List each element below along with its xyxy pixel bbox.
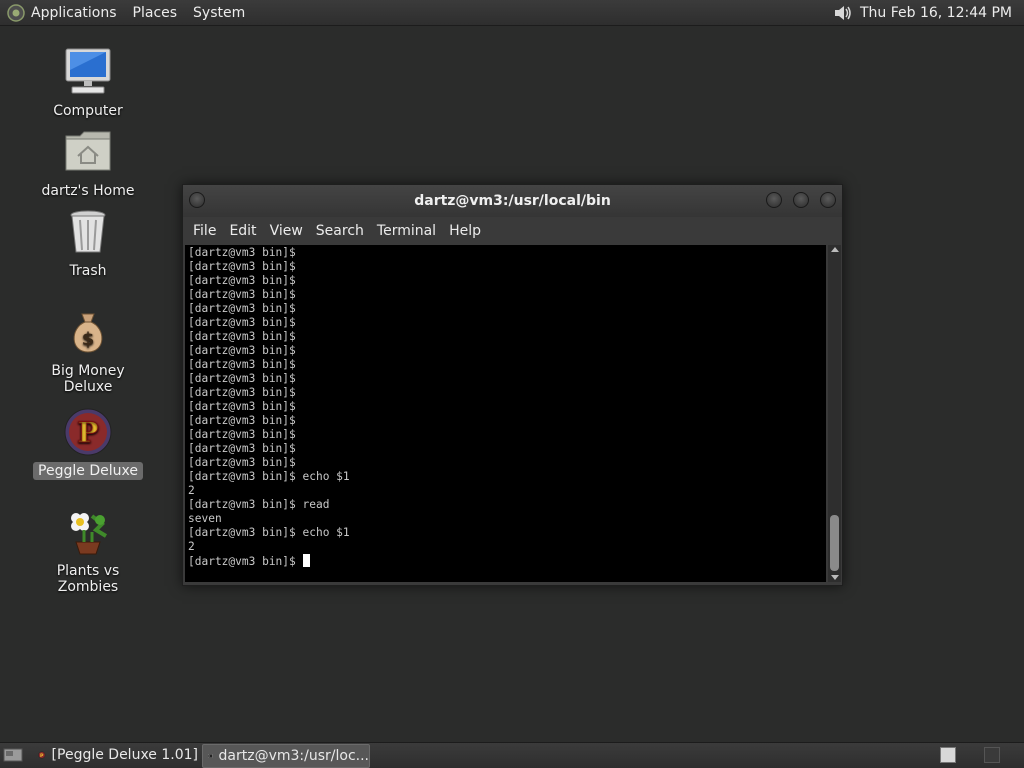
taskbar-item-label: dartz@vm3:/usr/loc... xyxy=(218,748,369,764)
tray-area: Thu Feb 16, 12:44 PM xyxy=(832,0,1024,25)
clock[interactable]: Thu Feb 16, 12:44 PM xyxy=(860,5,1012,21)
terminal-line: [dartz@vm3 bin]$ xyxy=(188,330,296,343)
desktop-icon-computer[interactable]: Computer xyxy=(23,46,153,120)
terminal-line: [dartz@vm3 bin]$ xyxy=(188,344,296,357)
terminal-line: [dartz@vm3 bin]$ xyxy=(188,316,296,329)
terminal-window[interactable]: dartz@vm3:/usr/local/bin File Edit View … xyxy=(182,184,843,586)
menu-view[interactable]: View xyxy=(270,223,303,239)
trash-icon xyxy=(70,210,106,253)
computer-icon xyxy=(65,48,111,94)
desktop-icon-trash[interactable]: Trash xyxy=(23,206,153,280)
desktop-icon-label: Trash xyxy=(69,263,107,279)
window-titlebar[interactable]: dartz@vm3:/usr/local/bin xyxy=(183,185,842,217)
terminal-prompt-line: [dartz@vm3 bin]$ xyxy=(188,554,826,569)
minimize-button[interactable] xyxy=(766,192,782,208)
applications-menu[interactable]: Applications xyxy=(31,5,117,21)
scroll-up-arrow-icon[interactable] xyxy=(831,247,839,252)
menu-help[interactable]: Help xyxy=(449,223,481,239)
terminal-line: [dartz@vm3 bin]$ xyxy=(188,358,296,371)
terminal-line: [dartz@vm3 bin]$ xyxy=(188,288,296,301)
close-button[interactable] xyxy=(820,192,836,208)
workspace-2-button[interactable] xyxy=(984,747,1000,763)
terminal-lines: [dartz@vm3 bin]$ [dartz@vm3 bin]$ [dartz@v… xyxy=(185,245,826,569)
terminal-icon xyxy=(208,754,213,758)
svg-text:P: P xyxy=(40,753,44,759)
terminal-line: [dartz@vm3 bin]$ xyxy=(188,400,296,413)
terminal-line: [dartz@vm3 bin]$ xyxy=(188,428,296,441)
menu-file[interactable]: File xyxy=(193,223,216,239)
system-menu[interactable]: System xyxy=(193,5,245,21)
terminal-line: [dartz@vm3 bin]$ echo $1 xyxy=(188,470,350,483)
terminal-line: [dartz@vm3 bin]$ xyxy=(188,372,296,385)
terminal-prompt: [dartz@vm3 bin]$ xyxy=(188,555,303,568)
desktop-icon-label: Computer xyxy=(53,103,123,119)
desktop-icon-label: dartz's Home xyxy=(41,183,135,199)
terminal-line: [dartz@vm3 bin]$ xyxy=(188,260,296,273)
terminal-output[interactable]: [dartz@vm3 bin]$ [dartz@vm3 bin]$ [dartz@v… xyxy=(185,245,826,582)
peggle-icon: P xyxy=(64,408,112,456)
flower-pot-icon xyxy=(71,513,108,555)
menu-search[interactable]: Search xyxy=(316,223,364,239)
gnome-foot-icon[interactable] xyxy=(7,3,25,22)
home-folder-icon xyxy=(65,131,111,171)
desktop-icon-home[interactable]: dartz's Home xyxy=(23,126,153,200)
svg-text:P: P xyxy=(77,416,98,449)
desktop-icon-pvz[interactable]: Plants vs Zombies xyxy=(23,506,153,596)
menu-edit[interactable]: Edit xyxy=(229,223,256,239)
terminal-line: [dartz@vm3 bin]$ xyxy=(188,302,296,315)
terminal-line: [dartz@vm3 bin]$ xyxy=(188,386,296,399)
terminal-line: 2 xyxy=(188,484,195,497)
terminal-line: [dartz@vm3 bin]$ xyxy=(188,456,296,469)
svg-text:$: $ xyxy=(82,329,95,350)
menu-terminal[interactable]: Terminal xyxy=(377,223,436,239)
desktop-icon-big-money[interactable]: $ Big Money Deluxe xyxy=(23,306,153,396)
desktop-icon-label: Peggle Deluxe xyxy=(33,462,143,480)
terminal-line: 2 xyxy=(188,540,195,553)
scroll-thumb[interactable] xyxy=(830,515,839,571)
terminal-line: seven xyxy=(188,512,222,525)
desktop-icon-label: Big Money Deluxe xyxy=(51,363,125,395)
top-panel: Applications Places System Thu Feb 16, 1… xyxy=(0,0,1024,26)
terminal-line: [dartz@vm3 bin]$ read xyxy=(188,498,330,511)
terminal-menubar: File Edit View Search Terminal Help xyxy=(183,217,842,244)
terminal-scrollbar[interactable] xyxy=(828,245,841,582)
maximize-button[interactable] xyxy=(793,192,809,208)
terminal-line: [dartz@vm3 bin]$ xyxy=(188,246,296,259)
show-desktop-icon[interactable] xyxy=(3,747,23,763)
money-bag-icon: $ xyxy=(73,313,103,353)
text-cursor xyxy=(302,554,310,567)
taskbar-item-terminal[interactable]: dartz@vm3:/usr/loc... xyxy=(202,744,370,768)
desktop-icon-label: Plants vs Zombies xyxy=(56,563,120,595)
terminal-line: [dartz@vm3 bin]$ xyxy=(188,274,296,287)
scroll-down-arrow-icon[interactable] xyxy=(831,575,839,580)
workspace-1-button[interactable] xyxy=(940,747,956,763)
terminal-line: [dartz@vm3 bin]$ xyxy=(188,442,296,455)
bottom-panel: P [Peggle Deluxe 1.01] dartz@vm3:/usr/lo… xyxy=(0,742,1024,768)
speaker-icon[interactable] xyxy=(832,3,854,23)
taskbar-item-peggle[interactable]: P [Peggle Deluxe 1.01] xyxy=(33,744,198,766)
taskbar-item-label: [Peggle Deluxe 1.01] xyxy=(51,747,198,763)
peggle-icon: P xyxy=(38,751,46,759)
window-title: dartz@vm3:/usr/local/bin xyxy=(414,193,611,209)
terminal-line: [dartz@vm3 bin]$ echo $1 xyxy=(188,526,350,539)
places-menu[interactable]: Places xyxy=(133,5,178,21)
desktop-icon-peggle[interactable]: P Peggle Deluxe xyxy=(23,406,153,480)
terminal-line: [dartz@vm3 bin]$ xyxy=(188,414,296,427)
